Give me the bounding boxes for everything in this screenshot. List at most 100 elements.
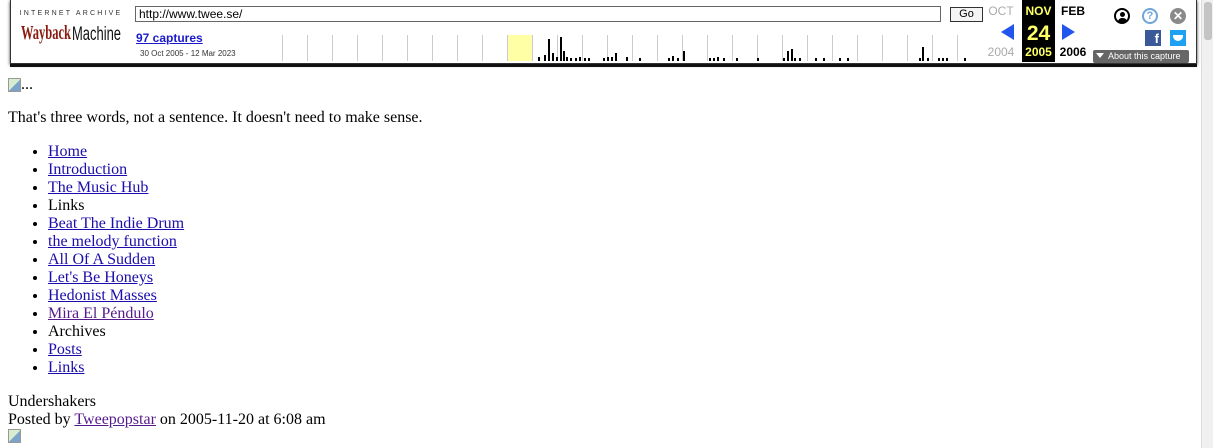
facebook-icon[interactable]: f	[1145, 30, 1161, 46]
wayback-toolbar: INTERNET ARCHIVE Wayback Machine http://…	[10, 0, 1197, 64]
nav-link[interactable]: All Of A Sudden	[48, 251, 155, 268]
sparkline-year-cell	[482, 35, 483, 61]
sparkline-bar	[672, 56, 674, 61]
prev-capture-arrow-icon[interactable]	[1001, 24, 1014, 40]
nav-link[interactable]: the melody function	[48, 233, 177, 250]
scrollbar-thumb[interactable]	[1204, 2, 1212, 40]
sparkline-bar	[709, 58, 711, 61]
wayback-wordmark-image: Wayback Machine	[21, 22, 121, 45]
sparkline-year-cell	[632, 35, 633, 61]
broken-image-icon	[8, 78, 21, 92]
go-button[interactable]: Go	[950, 7, 983, 22]
sparkline-bar	[552, 53, 554, 61]
nav-item: Mira El Péndulo	[48, 305, 423, 323]
nav-link[interactable]: Hedonist Masses	[48, 287, 157, 304]
sparkline-year-cell	[332, 35, 333, 61]
sparkline-bar	[757, 58, 759, 61]
sparkline-bar	[668, 58, 670, 61]
sparkline-year-cell	[957, 35, 958, 61]
sparkline-bar	[964, 58, 966, 61]
vertical-scrollbar[interactable]	[1201, 0, 1213, 448]
wayback-logo[interactable]: INTERNET ARCHIVE Wayback Machine	[19, 10, 123, 52]
sparkline-year-cell	[382, 35, 383, 61]
nav-item: All Of A Sudden	[48, 251, 423, 269]
current-year-label: 2005	[1025, 45, 1052, 59]
header-image: ...	[8, 76, 423, 94]
sparkline-year-cell	[307, 35, 308, 61]
sparkline-current-year-highlight	[508, 35, 532, 61]
nav-link[interactable]: Links	[48, 359, 84, 376]
sparkline-year-cell	[907, 35, 908, 61]
sparkline-year-cell	[707, 35, 708, 61]
sparkline-bar	[566, 57, 568, 61]
sparkline-bar	[584, 58, 586, 61]
captures-link[interactable]: 97 captures	[136, 31, 203, 45]
sparkline-bar	[603, 58, 605, 61]
sparkline-bar	[927, 58, 929, 61]
site-navigation: HomeIntroductionThe Music Hub Links Beat T…	[8, 143, 423, 377]
nav-link[interactable]: Mira El Péndulo	[48, 305, 154, 322]
sparkline-bar	[946, 58, 948, 61]
nav-link[interactable]: Posts	[48, 341, 82, 358]
sparkline-bar	[615, 53, 617, 61]
svg-text:Wayback: Wayback	[21, 22, 72, 44]
nav-link[interactable]: The Music Hub	[48, 179, 148, 196]
site-tagline: That's three words, not a sentence. It d…	[8, 109, 423, 126]
capture-sparkline[interactable]	[282, 35, 982, 61]
post-title: Undershakers	[8, 393, 96, 410]
sparkline-bar	[570, 58, 572, 61]
posted-by-prefix: Posted by	[8, 411, 75, 428]
sparkline-bar	[607, 57, 609, 61]
current-month-column: NOV 24 2005	[1022, 0, 1055, 62]
next-year-label: 2006	[1059, 45, 1087, 59]
nav-link[interactable]: Introduction	[48, 161, 127, 178]
about-capture-label: About this capture	[1108, 51, 1181, 61]
nav-item: the melody function	[48, 233, 423, 251]
sparkline-bar	[548, 39, 550, 61]
sparkline-year-cell	[357, 35, 358, 61]
twitter-icon[interactable]	[1170, 30, 1186, 46]
nav-section-heading: Archives	[48, 323, 106, 340]
sparkline-bar	[717, 57, 719, 61]
post-author-link[interactable]: Tweepopstar	[74, 411, 156, 428]
help-icon[interactable]: ?	[1142, 8, 1158, 24]
user-icon[interactable]	[1114, 8, 1130, 24]
sparkline-bar	[560, 37, 562, 61]
url-input[interactable]: http://www.twee.se/	[135, 6, 941, 22]
ia-wordmark: INTERNET ARCHIVE	[19, 10, 123, 17]
prev-year-label: 2004	[987, 45, 1015, 59]
next-capture-arrow-icon[interactable]	[1062, 24, 1075, 40]
current-month-label: NOV	[1025, 4, 1052, 18]
nav-item: Introduction	[48, 161, 423, 179]
sparkline-bar	[723, 58, 725, 61]
about-capture-button[interactable]: About this capture	[1093, 50, 1189, 63]
header-image-alt: ...	[21, 76, 33, 93]
sparkline-year-cell	[857, 35, 858, 61]
sparkline-bar	[579, 57, 581, 61]
nav-link[interactable]: Let's Be Honeys	[48, 269, 153, 286]
sparkline-year-cell	[657, 35, 658, 61]
post-date: on 2005-11-20 at 6:08 am	[155, 411, 326, 428]
sparkline-year-cell	[932, 35, 933, 61]
nav-link[interactable]: Home	[48, 143, 87, 160]
sparkline-bar	[626, 57, 628, 61]
close-icon[interactable]: ✕	[1170, 8, 1186, 24]
post-image	[8, 429, 423, 448]
nav-item: Posts	[48, 341, 423, 359]
nav-item: Home	[48, 143, 423, 161]
sparkline-bar	[847, 58, 849, 61]
nav-link[interactable]: Beat The Indie Drum	[48, 215, 184, 232]
sparkline-year-cell	[507, 35, 508, 61]
sparkline-bar	[815, 58, 817, 61]
nav-item: Let's Be Honeys	[48, 269, 423, 287]
sparkline-year-cell	[407, 35, 408, 61]
current-day-label: 24	[1026, 22, 1051, 45]
sparkline-bar	[787, 51, 789, 61]
sparkline-bar	[794, 58, 796, 61]
next-month-label: FEB	[1061, 4, 1085, 18]
sparkline-bar	[919, 58, 921, 61]
nav-item: The Music Hub	[48, 179, 423, 197]
caret-down-icon	[1096, 53, 1104, 58]
page-content: ... That's three words, not a sentence. …	[8, 76, 423, 448]
sparkline-bar	[575, 58, 577, 61]
